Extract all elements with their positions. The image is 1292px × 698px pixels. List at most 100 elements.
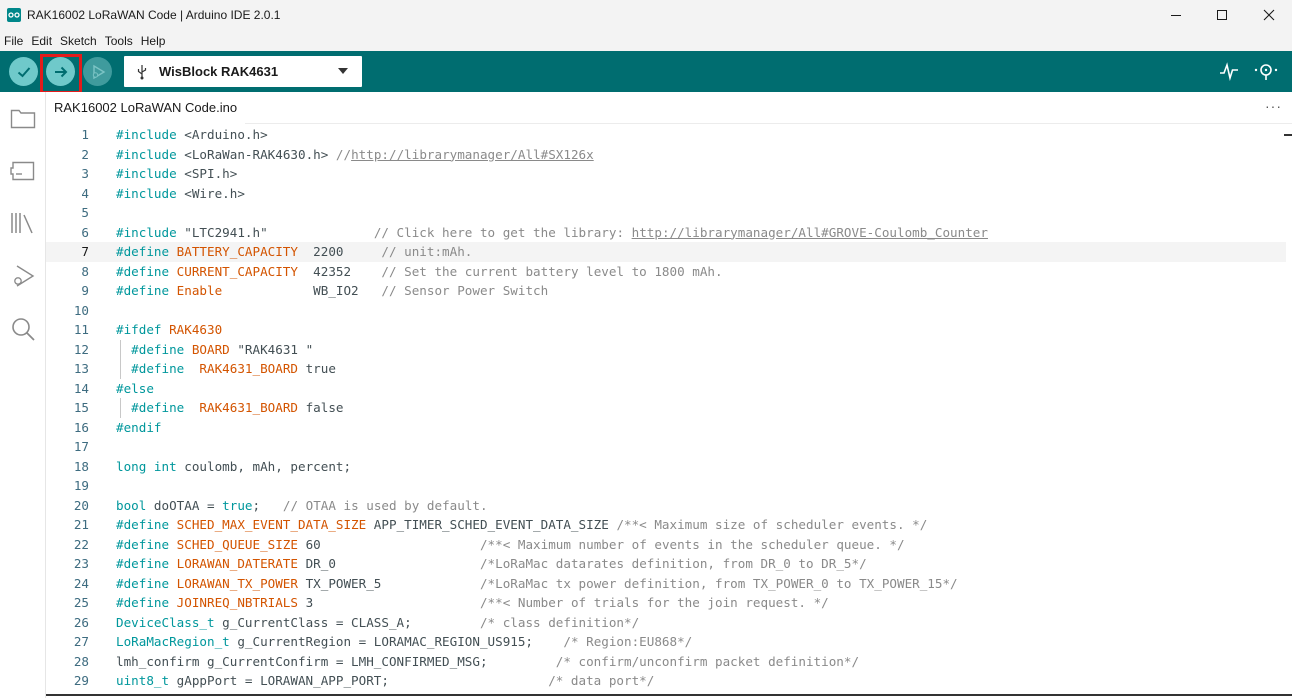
line-source: #define BOARD "RAK4631 ": [116, 340, 313, 360]
code-line[interactable]: 3 #include <SPI.h>: [46, 164, 1286, 184]
maximize-button[interactable]: [1199, 0, 1245, 30]
line-source: LoRaMacRegion_t g_CurrentRegion = LORAMA…: [116, 632, 692, 652]
menu-sketch[interactable]: Sketch: [56, 34, 101, 48]
code-token: #define: [116, 517, 170, 532]
minimize-button[interactable]: [1153, 0, 1199, 30]
code-line[interactable]: 4 #include <Wire.h>: [46, 184, 1286, 204]
library-manager-button[interactable]: [9, 209, 37, 237]
code-line[interactable]: 20 bool doOTAA = true; // OTAA is used by…: [46, 496, 1286, 516]
serial-monitor-icon: [1254, 64, 1278, 80]
serial-monitor-button[interactable]: [1254, 61, 1278, 86]
line-number: 18: [73, 458, 89, 474]
code-token: // Sensor Power Switch: [381, 283, 549, 298]
maximize-icon: [1217, 10, 1227, 20]
close-button[interactable]: [1246, 0, 1292, 30]
code-token: #define: [116, 244, 170, 259]
code-token[interactable]: http://librarymanager/All#SX126x: [351, 147, 594, 162]
code-token: /* confirm/unconfirm packet definition*/: [555, 653, 860, 669]
code-line[interactable]: 29 uint8_t gAppPort = LORAWAN_APP_PORT; /…: [46, 671, 1286, 691]
code-line[interactable]: 13 #define RAK4631_BOARD true: [46, 359, 1286, 379]
menu-edit[interactable]: Edit: [27, 34, 56, 48]
scrollbar-thumb[interactable]: [1284, 134, 1292, 136]
line-source: #include "LTC2941.h" // Click here to ge…: [116, 223, 988, 243]
code-line[interactable]: 26 DeviceClass_t g_CurrentClass = CLASS_A…: [46, 613, 1286, 633]
search-icon: [12, 318, 35, 341]
more-actions-button[interactable]: ···: [1265, 98, 1282, 114]
code-line[interactable]: 1 #include <Arduino.h>: [46, 125, 1286, 145]
line-number: 11: [73, 322, 89, 337]
code-line[interactable]: 15 #define RAK4631_BOARD false: [46, 398, 1286, 418]
code-line[interactable]: 24 #define LORAWAN_TX_POWER TX_POWER_5 /*…: [46, 574, 1286, 594]
menu-file[interactable]: File: [0, 34, 27, 48]
code-token: #endif: [116, 419, 162, 435]
line-source: #define LORAWAN_TX_POWER TX_POWER_5 /*Lo…: [116, 574, 958, 594]
line-source: #define SCHED_MAX_EVENT_DATA_SIZE APP_TI…: [116, 515, 927, 535]
code-token[interactable]: http://librarymanager/All#GROVE-Coulomb_…: [632, 225, 988, 240]
code-line[interactable]: 25 #define JOINREQ_NBTRIALS 3 /**< Number…: [46, 593, 1286, 613]
code-token: gAppPort = LORAWAN_APP_PORT;: [169, 673, 549, 688]
code-line[interactable]: 11 #ifdef RAK4630: [46, 320, 1286, 340]
tab-sketch-file[interactable]: RAK16002 LoRaWAN Code.ino: [46, 92, 246, 124]
code-line[interactable]: 23 #define LORAWAN_DATERATE DR_0 /*LoRaMa…: [46, 554, 1286, 574]
code-line[interactable]: 12 #define BOARD "RAK4631 ": [46, 339, 1286, 360]
serial-plotter-icon: [1220, 62, 1238, 82]
code-line[interactable]: 14 #else: [46, 379, 1286, 399]
line-source: #ifdef RAK4630: [116, 320, 222, 340]
code-line[interactable]: 10: [46, 301, 1286, 321]
board-selector[interactable]: WisBlock RAK4631: [124, 56, 362, 87]
line-number: 24: [73, 575, 89, 591]
line-source: #else: [116, 379, 154, 399]
serial-plotter-button[interactable]: [1219, 61, 1239, 86]
code-line[interactable]: 5: [46, 203, 1286, 223]
line-source: #include <Arduino.h>: [116, 125, 268, 145]
sketchbook-button[interactable]: [9, 104, 37, 132]
code-token: #define: [116, 263, 170, 279]
code-line[interactable]: 16 #endif: [46, 418, 1286, 438]
line-number: 19: [73, 478, 89, 493]
code-token: // OTAA is used by default.: [282, 497, 488, 513]
board-icon: [10, 161, 35, 181]
code-line[interactable]: 17: [46, 437, 1286, 457]
code-line[interactable]: 2 #include <LoRaWan-RAK4630.h> //http://l…: [46, 145, 1286, 165]
code-editor[interactable]: 1 #include <Arduino.h> 2 #include <LoRaWan-…: [46, 124, 1292, 696]
code-line[interactable]: 18 long int coulomb, mAh, percent;: [46, 457, 1286, 477]
chevron-down-icon: [338, 68, 348, 74]
code-token: /**< Maximum size of scheduler events. *…: [616, 517, 928, 532]
code-token: ;: [252, 497, 283, 513]
line-number: 28: [73, 653, 89, 669]
code-line[interactable]: 9 #define Enable WB_IO2 // Sensor Power S…: [46, 281, 1286, 301]
code-line[interactable]: 21 #define SCHED_MAX_EVENT_DATA_SIZE APP_…: [46, 515, 1286, 535]
code-token: 2200: [297, 244, 382, 259]
line-number: 13: [73, 361, 89, 376]
code-token: LORAWAN_DATERATE: [169, 556, 298, 571]
code-line[interactable]: 27 LoRaMacRegion_t g_CurrentRegion = LORA…: [46, 632, 1286, 652]
code-line[interactable]: 6 #include "LTC2941.h" // Click here to g…: [46, 223, 1286, 243]
code-token: #define: [116, 575, 170, 591]
code-token: true: [297, 361, 336, 376]
code-token: /* data port*/: [548, 673, 655, 688]
code-token: #include: [116, 127, 177, 142]
code-token: SCHED_MAX_EVENT_DATA_SIZE: [169, 517, 367, 532]
menu-tools[interactable]: Tools: [101, 34, 137, 48]
menu-help[interactable]: Help: [137, 34, 170, 48]
code-line[interactable]: 28 lmh_confirm g_CurrentConfirm = LMH_CON…: [46, 652, 1286, 672]
search-button[interactable]: [9, 315, 37, 343]
verify-button[interactable]: [9, 57, 38, 86]
debug-button[interactable]: [83, 57, 112, 86]
debug-panel-button[interactable]: [9, 262, 37, 290]
code-token: 42352: [297, 263, 382, 279]
code-token: // unit:mAh.: [381, 244, 473, 259]
code-token: <SPI.h>: [176, 166, 238, 181]
code-line[interactable]: 7 #define BATTERY_CAPACITY 2200 // unit:m…: [46, 242, 1286, 262]
boards-manager-button[interactable]: [9, 157, 37, 185]
arduino-logo-icon: [7, 8, 21, 22]
code-token: DeviceClass_t: [116, 614, 215, 630]
code-token: WB_IO2: [222, 283, 382, 298]
code-line[interactable]: 22 #define SCHED_QUEUE_SIZE 60 /**< Maxim…: [46, 535, 1286, 555]
line-number: 20: [73, 497, 89, 513]
code-line[interactable]: 8 #define CURRENT_CAPACITY 42352 // Set t…: [46, 262, 1286, 282]
line-number: 21: [73, 517, 89, 532]
line-source: #define BATTERY_CAPACITY 2200 // unit:mA…: [116, 242, 472, 262]
code-line[interactable]: 19: [46, 476, 1286, 496]
